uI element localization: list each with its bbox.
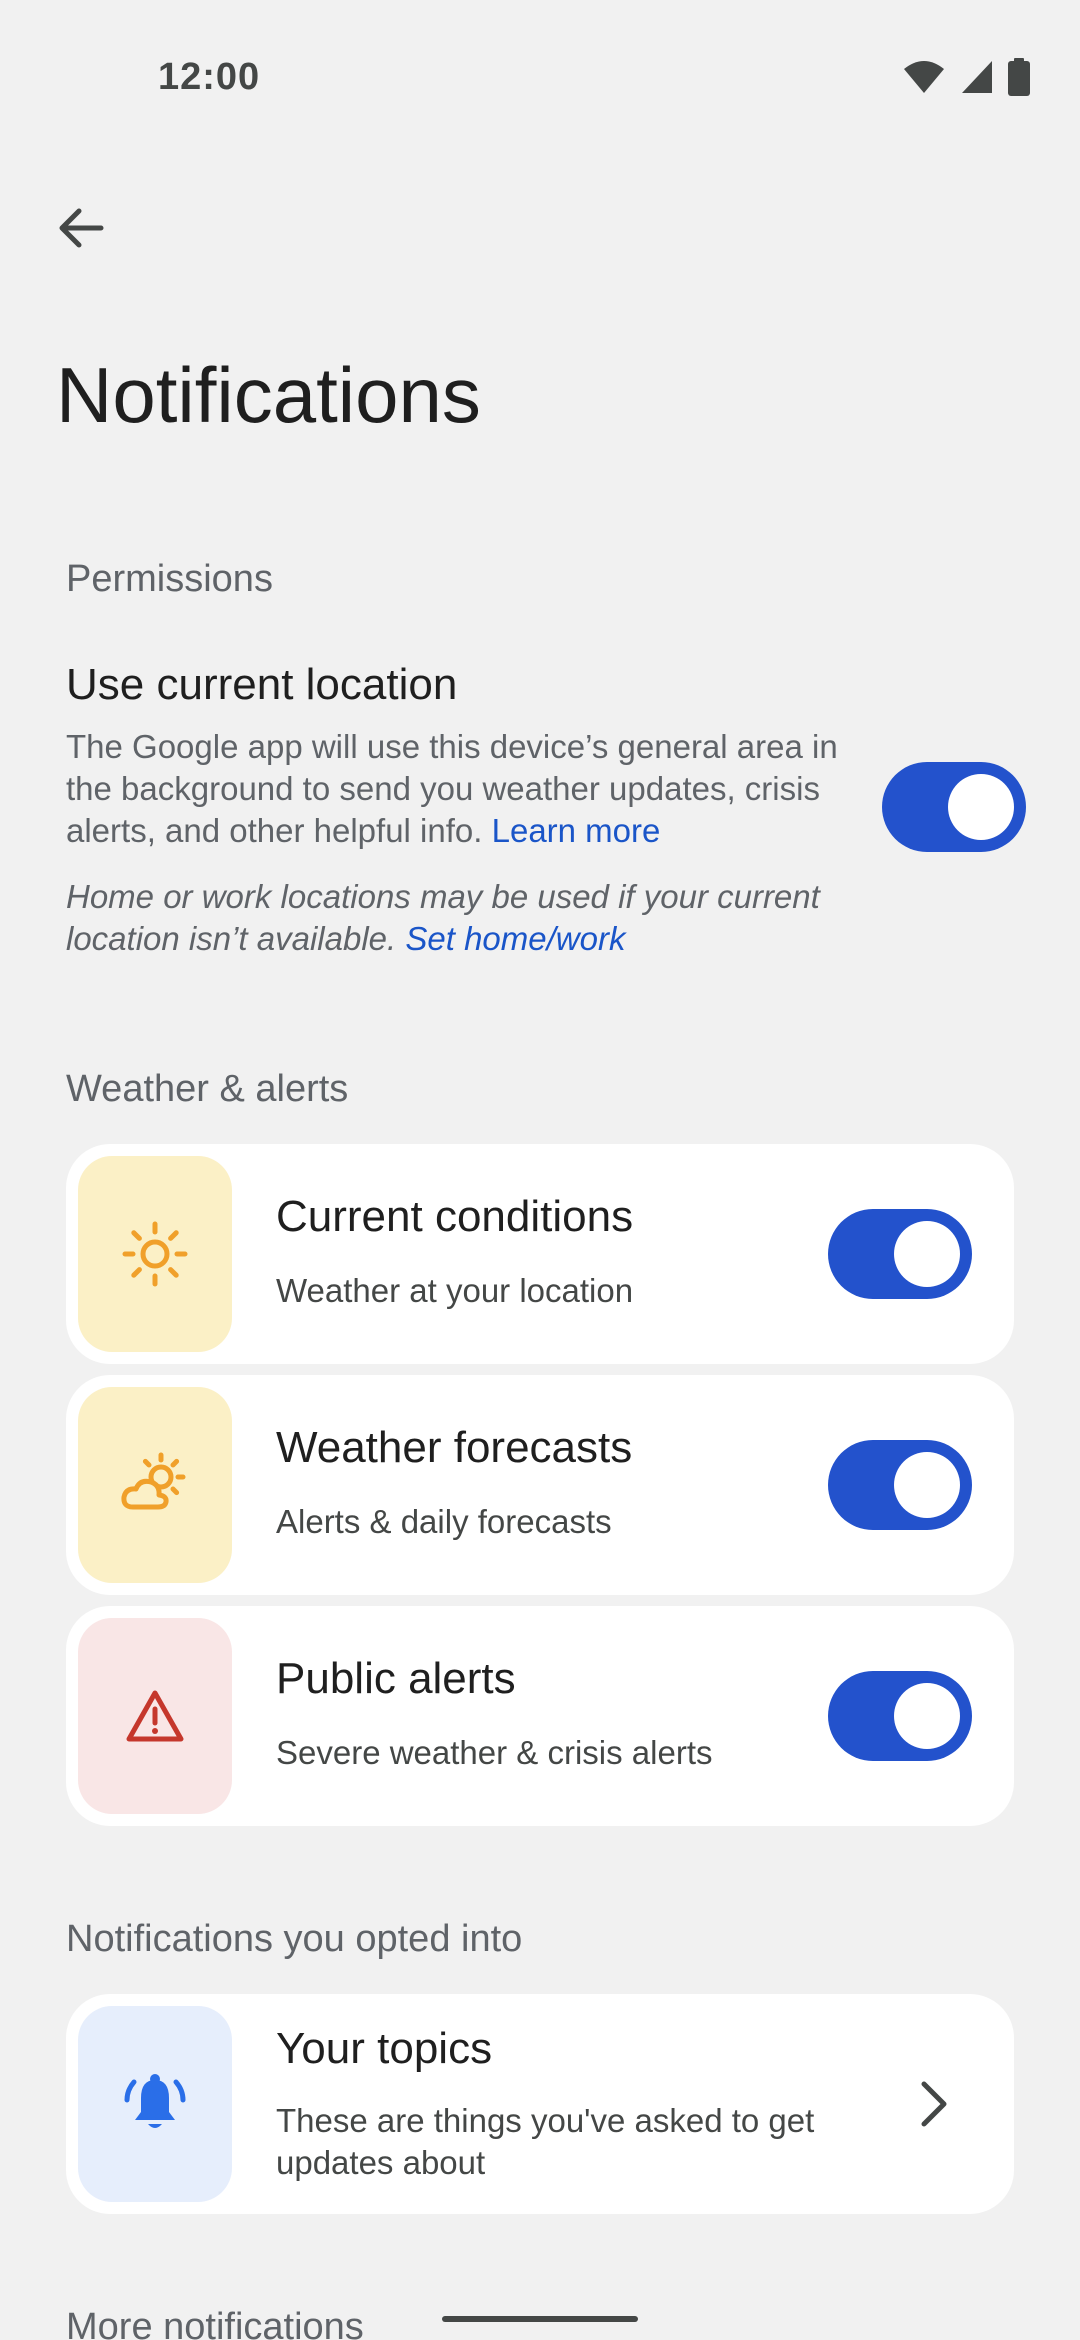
cell-signal-icon [962,61,992,93]
wifi-icon [904,61,944,93]
weather-forecasts-toggle[interactable] [828,1440,972,1530]
section-label-opted-in: Notifications you opted into [66,1918,523,1960]
public-alerts-toggle[interactable] [828,1671,972,1761]
card-icon-container [78,1387,232,1583]
toggle-knob [894,1221,960,1287]
card-your-topics[interactable]: Your topics These are things you've aske… [66,1994,1014,2214]
section-label-weather-alerts: Weather & alerts [66,1068,349,1110]
location-description-text: The Google app will use this device’s ge… [66,728,838,849]
toggle-knob [894,1683,960,1749]
status-bar: 12:00 [0,0,1080,160]
card-subtitle: Weather at your location [276,1272,634,1309]
status-icons [902,58,1030,96]
card-icon-container [78,1618,232,1814]
arrow-back-icon [59,208,104,248]
section-label-permissions: Permissions [66,558,273,600]
chevron-right-icon [921,2081,947,2127]
current-conditions-toggle[interactable] [828,1209,972,1299]
card-weather-forecasts: Weather forecasts Alerts & daily forecas… [66,1375,1014,1595]
card-title: Weather forecasts [276,1423,633,1472]
learn-more-link[interactable]: Learn more [492,812,661,849]
home-indicator[interactable] [442,2316,638,2322]
section-label-more-notifications: More notifications [66,2306,364,2340]
use-current-location-description: The Google app will use this device’s ge… [66,726,846,852]
back-button[interactable] [48,196,112,260]
sun-icon [122,1221,188,1287]
toggle-knob [948,774,1014,840]
battery-icon [1008,58,1030,96]
card-title: Current conditions [276,1192,634,1241]
card-subtitle: Alerts & daily forecasts [276,1503,612,1540]
card-current-conditions: Current conditions Weather at your locat… [66,1144,1014,1364]
location-note: Home or work locations may be used if yo… [66,876,826,960]
card-subtitle: These are things you've asked to get upd… [276,2102,815,2181]
card-public-alerts: Public alerts Severe weather & crisis al… [66,1606,1014,1826]
partly-cloudy-icon [121,1452,186,1510]
card-title: Public alerts [276,1654,516,1703]
set-home-work-link[interactable]: Set home/work [405,920,625,957]
use-current-location-title: Use current location [66,660,458,709]
card-subtitle: Severe weather & crisis alerts [276,1734,713,1771]
page-title: Notifications [56,351,481,439]
use-current-location-toggle[interactable] [882,762,1026,852]
card-icon-container [78,2006,232,2202]
status-time: 12:00 [158,56,261,98]
card-icon-container [78,1156,232,1352]
card-title: Your topics [276,2024,493,2073]
warning-icon [126,1690,184,1742]
toggle-knob [894,1452,960,1518]
bell-icon [124,2074,186,2128]
